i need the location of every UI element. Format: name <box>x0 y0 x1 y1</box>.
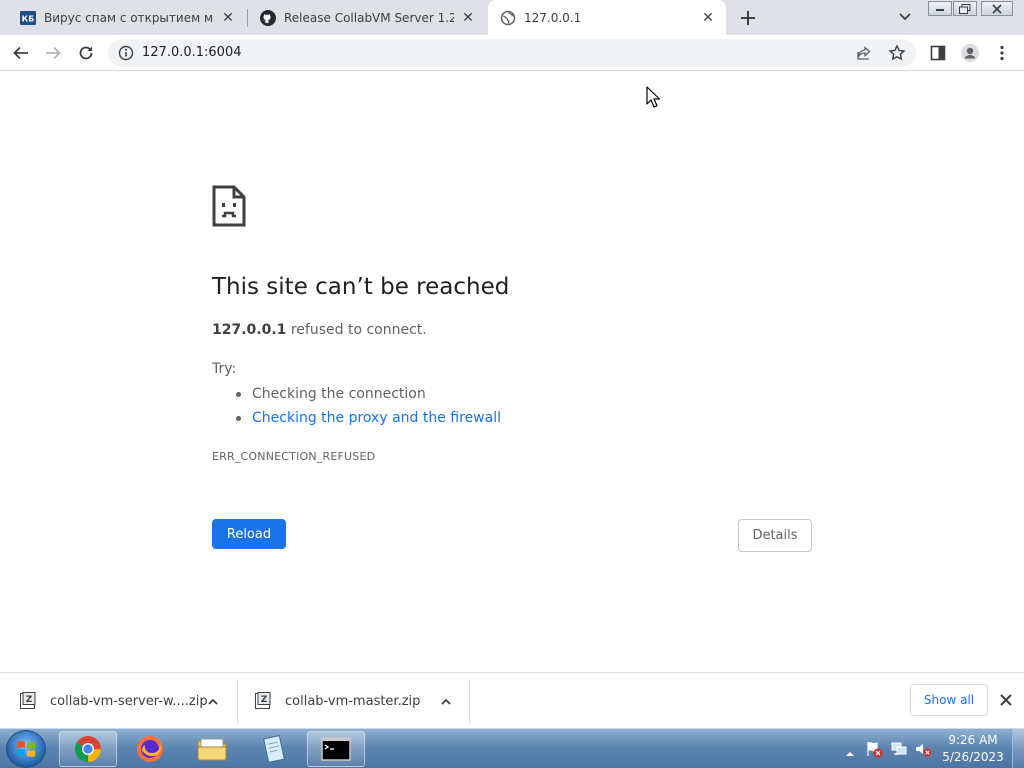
reload-icon[interactable] <box>74 41 98 65</box>
tab-title: Вирус спам с открытием множе <box>44 10 214 25</box>
taskbar-chrome[interactable] <box>59 731 117 767</box>
svg-text:Z: Z <box>261 695 268 705</box>
share-icon[interactable] <box>856 45 872 61</box>
chevron-up-icon[interactable] <box>439 694 453 708</box>
tab-search-chevron-icon[interactable] <box>895 8 915 26</box>
error-message: 127.0.0.1 refused to connect. <box>212 322 427 338</box>
show-desktop-button[interactable] <box>1012 729 1024 768</box>
zip-file-icon: Z <box>20 692 36 710</box>
clock-date[interactable]: 5/26/2023 <box>940 750 1006 764</box>
show-hidden-icons-icon[interactable] <box>845 744 855 756</box>
error-page: This site can’t be reached 127.0.0.1 ref… <box>0 72 1024 672</box>
volume-muted-icon[interactable] <box>914 740 932 758</box>
tab-strip: КБ Вирус спам с открытием множе ✕ Releas… <box>0 0 1024 35</box>
taskbar-command-prompt[interactable] <box>307 731 365 767</box>
tab-title: Release CollabVM Server 1.2.11 <box>284 10 454 25</box>
reload-button[interactable]: Reload <box>212 519 286 549</box>
windows-logo-icon <box>17 741 35 757</box>
zip-file-icon: Z <box>255 692 271 710</box>
start-button[interactable] <box>6 730 46 768</box>
firefox-icon <box>137 736 163 762</box>
url-text[interactable]: 127.0.0.1:6004 <box>142 45 242 60</box>
error-message-text: refused to connect. <box>286 322 427 338</box>
tab-collabvm-release[interactable]: Release CollabVM Server 1.2.11 ✕ <box>248 0 486 35</box>
windows-taskbar: 9:26 AM 5/26/2023 <box>0 728 1024 768</box>
chevron-up-icon[interactable] <box>206 694 220 708</box>
suggestion-list: Checking the connection Checking the pro… <box>236 385 501 433</box>
svg-text:КБ: КБ <box>22 14 35 23</box>
side-panel-icon[interactable] <box>926 41 950 65</box>
taskbar-firefox[interactable] <box>121 731 179 767</box>
taskbar-file-explorer[interactable] <box>183 731 241 767</box>
github-icon <box>260 9 276 26</box>
clock-time[interactable]: 9:26 AM <box>944 733 1002 747</box>
download-item[interactable]: Z collab-vm-master.zip <box>255 679 469 723</box>
action-center-flag-icon[interactable] <box>865 740 883 758</box>
back-button[interactable] <box>9 41 33 65</box>
svg-text:Z: Z <box>26 695 33 705</box>
browser-toolbar: 127.0.0.1:6004 <box>0 35 1024 71</box>
sad-page-icon <box>212 185 246 231</box>
download-filename: collab-vm-master.zip <box>285 693 421 709</box>
tab-virus-spam[interactable]: КБ Вирус спам с открытием множе ✕ <box>8 0 246 35</box>
download-divider <box>469 679 470 723</box>
kb-favicon-icon: КБ <box>20 10 36 26</box>
address-bar[interactable]: 127.0.0.1:6004 <box>108 39 916 67</box>
tab-title: 127.0.0.1 <box>524 10 582 25</box>
network-icon[interactable] <box>890 740 908 758</box>
folder-icon <box>197 738 227 761</box>
site-info-icon[interactable] <box>118 45 134 61</box>
show-all-button[interactable]: Show all <box>910 684 988 716</box>
error-code: ERR_CONNECTION_REFUSED <box>212 450 376 463</box>
tab-close-icon[interactable]: ✕ <box>220 10 236 26</box>
window-restore-button[interactable] <box>953 1 977 16</box>
mouse-cursor-icon <box>646 86 661 108</box>
notepad-icon <box>263 735 285 763</box>
details-button[interactable]: Details <box>738 519 812 552</box>
forward-button[interactable] <box>41 41 65 65</box>
close-shelf-icon[interactable] <box>997 691 1015 709</box>
download-item[interactable]: Z collab-vm-server-w....zip <box>20 679 234 723</box>
menu-kebab-icon[interactable] <box>990 41 1014 65</box>
download-filename: collab-vm-server-w....zip <box>50 693 208 709</box>
profile-avatar-icon[interactable] <box>958 41 982 65</box>
tab-close-icon[interactable]: ✕ <box>700 10 716 26</box>
new-tab-button[interactable] <box>737 7 759 29</box>
window-minimize-button[interactable] <box>928 1 952 16</box>
bookmark-star-icon[interactable] <box>888 44 906 62</box>
suggestion-check-connection: Checking the connection <box>236 385 501 409</box>
tab-localhost[interactable]: 127.0.0.1 ✕ <box>488 0 726 35</box>
download-divider <box>237 679 238 723</box>
error-title: This site can’t be reached <box>212 274 510 300</box>
download-shelf: Z collab-vm-server-w....zip Z collab-vm-… <box>0 672 1024 728</box>
tab-close-icon[interactable]: ✕ <box>460 10 476 26</box>
try-label: Try: <box>212 361 237 377</box>
chrome-icon <box>74 736 102 763</box>
globe-icon <box>500 10 516 26</box>
suggestion-check-proxy-link[interactable]: Checking the proxy and the firewall <box>236 409 501 433</box>
error-host: 127.0.0.1 <box>212 322 287 338</box>
command-prompt-icon <box>321 737 351 761</box>
window-close-button[interactable] <box>981 1 1013 16</box>
taskbar-notepad[interactable] <box>245 731 303 767</box>
